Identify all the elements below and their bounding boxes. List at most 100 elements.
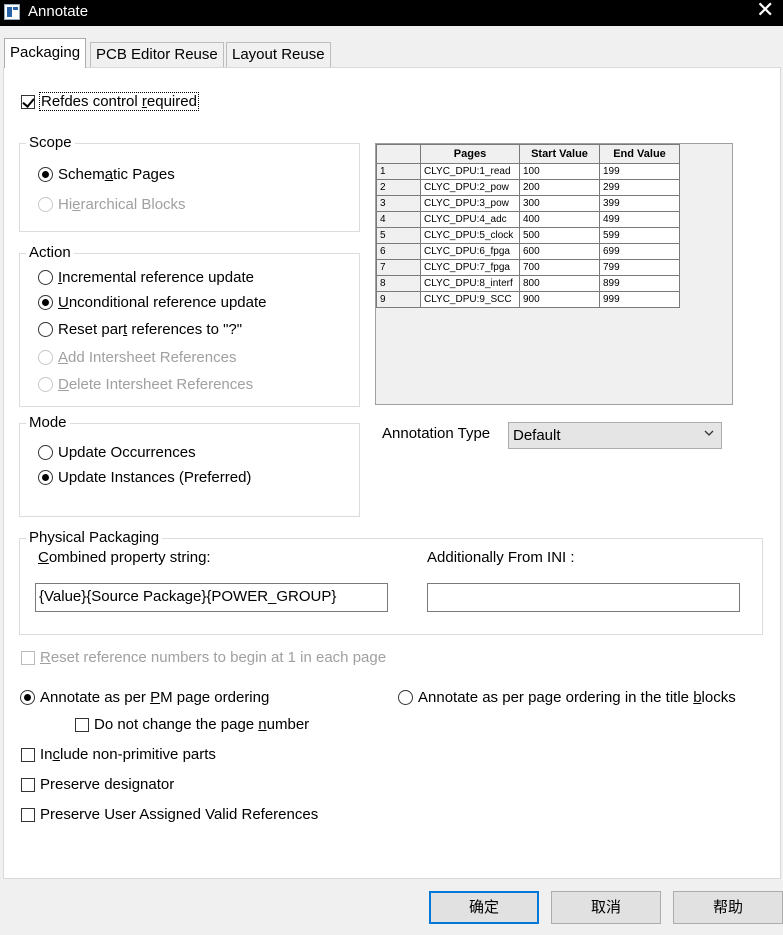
preserve-designator-label: Preserve designator	[40, 776, 175, 793]
grid-header-pages[interactable]: Pages	[420, 144, 520, 164]
action-delete-intersheet-label: Delete Intersheet References	[58, 376, 254, 393]
annotate-title-label: Annotate as per page ordering in the tit…	[418, 689, 736, 706]
scope-hierarchical-radio[interactable]	[38, 197, 53, 212]
combined-property-label: Combined property string:	[38, 549, 211, 566]
grid-row-number: 2	[376, 179, 421, 196]
action-unconditional-radio[interactable]	[38, 295, 53, 310]
grid-cell-page[interactable]: CLYC_DPU:9_SCC	[420, 291, 520, 308]
action-incremental-radio[interactable]	[38, 270, 53, 285]
grid-row-number: 7	[376, 259, 421, 276]
include-non-primitive-label: Include non-primitive parts	[40, 746, 216, 763]
refdes-checkbox[interactable]	[21, 95, 35, 109]
reset-each-page-checkbox[interactable]	[21, 651, 35, 665]
ok-button[interactable]: 确定	[429, 891, 539, 924]
action-delete-intersheet-radio[interactable]	[38, 377, 53, 392]
table-row[interactable]: 1 CLYC_DPU:1_read 100 199	[376, 163, 680, 180]
action-reset-label: Reset part references to "?"	[58, 321, 243, 338]
grid-cell-start[interactable]: 100	[519, 163, 600, 180]
help-button[interactable]: 帮助	[673, 891, 783, 924]
tab-layout-reuse[interactable]: Layout Reuse	[226, 42, 331, 67]
mode-instances-radio[interactable]	[38, 470, 53, 485]
grid-cell-page[interactable]: CLYC_DPU:6_fpga	[420, 243, 520, 260]
preserve-user-refs-label: Preserve User Assigned Valid References	[40, 806, 319, 823]
grid-header-corner	[376, 144, 421, 164]
grid-cell-page[interactable]: CLYC_DPU:1_read	[420, 163, 520, 180]
annotate-pm-label: Annotate as per PM page ordering	[40, 689, 270, 706]
table-row[interactable]: 9 CLYC_DPU:9_SCC 900 999	[376, 291, 680, 308]
grid-cell-end[interactable]: 299	[599, 179, 680, 196]
grid-cell-start[interactable]: 700	[519, 259, 600, 276]
annotation-type-select[interactable]: Default	[508, 422, 722, 449]
table-row[interactable]: 2 CLYC_DPU:2_pow 200 299	[376, 179, 680, 196]
mode-instances-label: Update Instances (Preferred)	[58, 469, 252, 486]
table-row[interactable]: 4 CLYC_DPU:4_adc 400 499	[376, 211, 680, 228]
grid-header-start[interactable]: Start Value	[519, 144, 600, 164]
grid-cell-end[interactable]: 499	[599, 211, 680, 228]
scope-schematic-radio[interactable]	[38, 167, 53, 182]
preserve-designator-checkbox[interactable]	[21, 778, 35, 792]
grid-cell-page[interactable]: CLYC_DPU:5_clock	[420, 227, 520, 244]
grid-cell-page[interactable]: CLYC_DPU:8_interf	[420, 275, 520, 292]
grid-cell-start[interactable]: 200	[519, 179, 600, 196]
grid-row-number: 6	[376, 243, 421, 260]
grid-cell-end[interactable]: 599	[599, 227, 680, 244]
table-row[interactable]: 8 CLYC_DPU:8_interf 800 899	[376, 275, 680, 292]
cancel-button[interactable]: 取消	[551, 891, 661, 924]
grid-cell-start[interactable]: 600	[519, 243, 600, 260]
app-icon	[4, 4, 20, 20]
action-add-intersheet-radio[interactable]	[38, 350, 53, 365]
grid-header-end[interactable]: End Value	[599, 144, 680, 164]
grid-cell-end[interactable]: 699	[599, 243, 680, 260]
grid-row-number: 4	[376, 211, 421, 228]
scope-schematic-label: Schematic Pages	[58, 166, 175, 183]
grid-cell-start[interactable]: 900	[519, 291, 600, 308]
mode-occurrences-radio[interactable]	[38, 445, 53, 460]
annotate-title-radio[interactable]	[398, 690, 413, 705]
pages-grid[interactable]: Pages Start Value End Value 1 CLYC_DPU:1_…	[375, 143, 733, 405]
combined-property-input[interactable]: {Value}{Source Package}{POWER_GROUP}	[35, 583, 388, 612]
grid-cell-end[interactable]: 899	[599, 275, 680, 292]
window-title: Annotate	[28, 3, 89, 20]
action-unconditional-label: Unconditional reference update	[58, 294, 267, 311]
table-row[interactable]: 5 CLYC_DPU:5_clock 500 599	[376, 227, 680, 244]
grid-row-number: 3	[376, 195, 421, 212]
table-row[interactable]: 7 CLYC_DPU:7_fpga 700 799	[376, 259, 680, 276]
no-change-page-checkbox[interactable]	[75, 718, 89, 732]
table-row[interactable]: 6 CLYC_DPU:6_fpga 600 699	[376, 243, 680, 260]
table-row[interactable]: 3 CLYC_DPU:3_pow 300 399	[376, 195, 680, 212]
no-change-page-label: Do not change the page number	[94, 716, 310, 733]
grid-cell-end[interactable]: 199	[599, 163, 680, 180]
action-reset-radio[interactable]	[38, 322, 53, 337]
scope-title: Scope	[26, 134, 75, 151]
ini-label: Additionally From INI :	[427, 549, 575, 566]
grid-row-number: 1	[376, 163, 421, 180]
grid-cell-start[interactable]: 800	[519, 275, 600, 292]
grid-cell-page[interactable]: CLYC_DPU:3_pow	[420, 195, 520, 212]
scope-hierarchical-label: Hierarchical Blocks	[58, 196, 186, 213]
ini-input[interactable]	[427, 583, 740, 612]
grid-cell-page[interactable]: CLYC_DPU:2_pow	[420, 179, 520, 196]
grid-row-number: 8	[376, 275, 421, 292]
grid-cell-end[interactable]: 999	[599, 291, 680, 308]
grid-cell-start[interactable]: 300	[519, 195, 600, 212]
grid-cell-page[interactable]: CLYC_DPU:7_fpga	[420, 259, 520, 276]
title-bar: Annotate ✕	[0, 0, 783, 26]
mode-title: Mode	[26, 414, 70, 431]
grid-cell-start[interactable]: 500	[519, 227, 600, 244]
grid-cell-end[interactable]: 399	[599, 195, 680, 212]
include-non-primitive-checkbox[interactable]	[21, 748, 35, 762]
mode-occurrences-label: Update Occurrences	[58, 444, 196, 461]
action-title: Action	[26, 244, 74, 261]
grid-cell-page[interactable]: CLYC_DPU:4_adc	[420, 211, 520, 228]
grid-row-number: 9	[376, 291, 421, 308]
close-icon[interactable]: ✕	[756, 0, 774, 23]
grid-cell-start[interactable]: 400	[519, 211, 600, 228]
tab-packaging[interactable]: Packaging	[4, 38, 87, 68]
chevron-down-icon	[703, 426, 715, 442]
tab-pcb-editor-reuse[interactable]: PCB Editor Reuse	[90, 42, 224, 67]
preserve-user-refs-checkbox[interactable]	[21, 808, 35, 822]
pages-table: Pages Start Value End Value 1 CLYC_DPU:1_…	[376, 144, 680, 308]
grid-cell-end[interactable]: 799	[599, 259, 680, 276]
grid-row-number: 5	[376, 227, 421, 244]
annotate-pm-radio[interactable]	[20, 690, 35, 705]
